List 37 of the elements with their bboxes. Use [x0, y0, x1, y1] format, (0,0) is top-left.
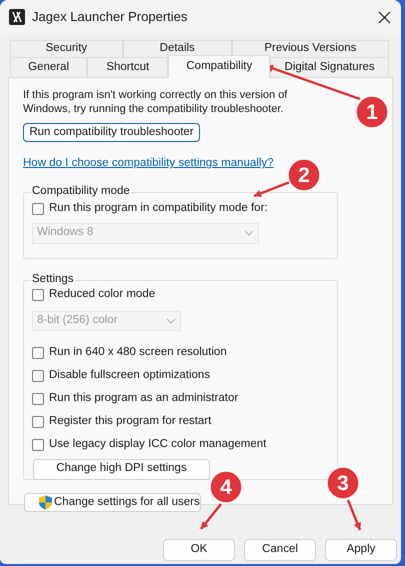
checkbox-label: Reduced color mode: [49, 286, 156, 302]
checkbox[interactable]: [32, 416, 44, 428]
app-icon: [9, 9, 25, 25]
checkbox-label: Run this program as an administrator: [49, 390, 238, 406]
dialog-button[interactable]: Cancel: [244, 539, 316, 561]
checkbox-label: Run this program in compatibility mode for:: [49, 200, 268, 216]
checkbox[interactable]: [32, 346, 44, 358]
checkbox-label: Run in 640 x 480 screen resolution: [49, 344, 227, 360]
checkbox[interactable]: [32, 370, 44, 382]
tab[interactable]: Compatibility: [168, 55, 270, 78]
tab[interactable]: Digital Signatures: [270, 57, 389, 77]
tab[interactable]: General: [10, 57, 88, 77]
chevron-icon: [244, 230, 254, 236]
intro-text: If this program isn't working correctly on this version of Windows, try running the compatibility troubleshooter.: [23, 88, 288, 116]
tab[interactable]: Shortcut: [87, 57, 168, 77]
chevron-icon: [166, 318, 176, 324]
window-title: Jagex Launcher Properties: [32, 8, 188, 26]
group-title: Compatibility mode: [31, 184, 131, 198]
dpi-settings-button[interactable]: Change high DPI settings: [33, 458, 210, 480]
close-icon[interactable]: [378, 10, 391, 24]
checkbox[interactable]: [32, 392, 44, 404]
all-users-button[interactable]: Change settings for all users: [24, 492, 201, 512]
group-title: Settings: [31, 272, 75, 286]
checkbox[interactable]: [32, 438, 44, 450]
tab[interactable]: Security: [10, 40, 123, 57]
help-link[interactable]: How do I choose compatibility settings manually?: [23, 155, 274, 172]
dialog-button[interactable]: OK: [163, 539, 235, 561]
tab[interactable]: Previous Versions: [232, 40, 389, 57]
dialog-button[interactable]: Apply: [325, 539, 397, 561]
tab[interactable]: Details: [122, 40, 232, 57]
checkbox-label: Disable fullscreen optimizations: [49, 368, 210, 383]
checkbox-label: Register this program for restart: [49, 414, 212, 429]
checkbox[interactable]: [32, 202, 44, 214]
troubleshooter-button[interactable]: Run compatibility troubleshooter: [23, 123, 200, 142]
checkbox[interactable]: [32, 288, 44, 300]
checkbox-label: Use legacy display ICC color management: [49, 436, 266, 452]
shield-icon: [38, 494, 53, 510]
